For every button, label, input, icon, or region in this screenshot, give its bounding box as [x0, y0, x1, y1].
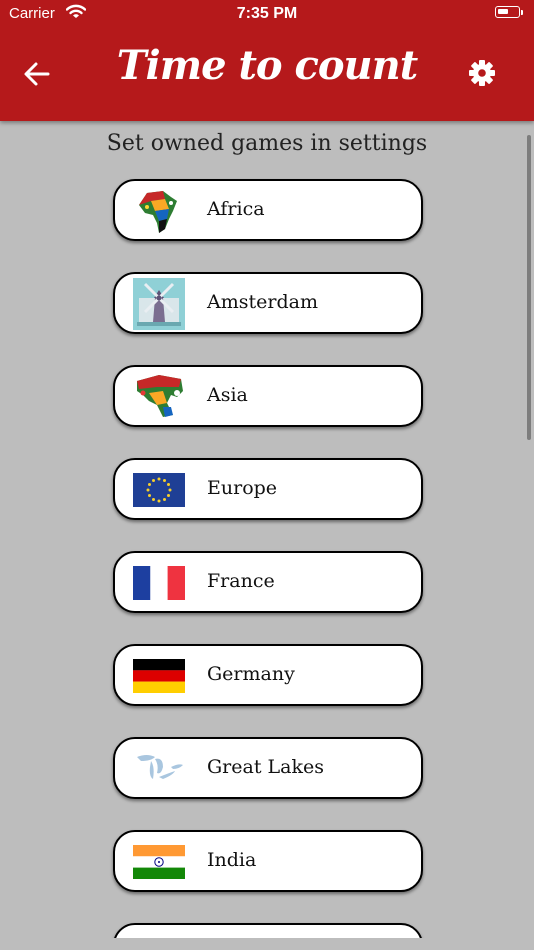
game-label: Amsterdam — [207, 291, 318, 313]
game-item-italy[interactable] — [113, 923, 423, 938]
scrollbar[interactable] — [527, 135, 531, 440]
game-item-great-lakes[interactable]: Great Lakes — [113, 737, 423, 799]
status-bar: Carrier 7:35 PM — [0, 0, 534, 28]
game-label: Africa — [207, 198, 265, 220]
germany-flag-icon — [133, 659, 185, 693]
game-list: Africa Amsterdam Asia Europe France Germ… — [0, 178, 534, 938]
great-lakes-map-icon — [137, 755, 183, 779]
game-label: Germany — [207, 663, 295, 685]
game-item-europe[interactable]: Europe — [113, 458, 423, 520]
africa-flags-map-icon — [139, 191, 177, 233]
game-label: Europe — [207, 477, 278, 499]
gear-icon[interactable] — [467, 58, 497, 88]
game-label: France — [207, 570, 275, 592]
asia-flags-map-icon — [137, 375, 183, 417]
battery-nub — [521, 10, 523, 15]
game-label: Great Lakes — [207, 756, 324, 778]
eu-flag-icon — [133, 473, 185, 507]
amsterdam-windmill-icon — [133, 278, 185, 330]
game-item-asia[interactable]: Asia — [113, 365, 423, 427]
game-item-germany[interactable]: Germany — [113, 644, 423, 706]
france-flag-icon — [133, 566, 185, 600]
battery-level — [498, 9, 508, 14]
game-item-france[interactable]: France — [113, 551, 423, 613]
game-item-africa[interactable]: Africa — [113, 179, 423, 241]
game-item-india[interactable]: India — [113, 830, 423, 892]
app-title: Time to count — [116, 42, 418, 89]
status-time: 7:35 PM — [236, 5, 298, 22]
game-label: Asia — [207, 384, 248, 406]
game-item-amsterdam[interactable]: Amsterdam — [113, 272, 423, 334]
italy-flag-icon — [133, 929, 185, 938]
app-header: Carrier 7:35 PM Time to count — [0, 0, 534, 121]
game-label: India — [207, 849, 257, 871]
india-flag-icon — [133, 845, 185, 879]
settings-hint: Set owned games in settings — [106, 131, 428, 156]
battery-icon — [495, 6, 520, 18]
